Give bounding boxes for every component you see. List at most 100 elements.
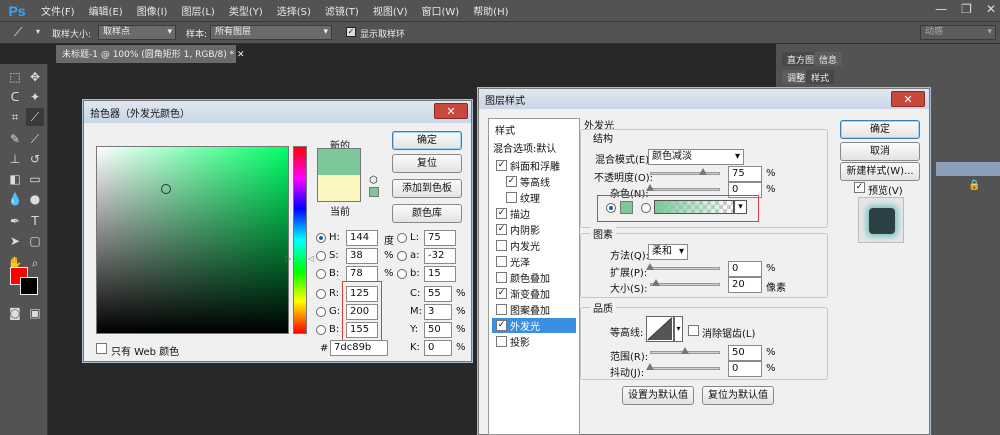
picker-ok-button[interactable]: 确定 — [392, 131, 462, 150]
dodge-tool-icon[interactable]: ● — [26, 190, 44, 208]
size-input[interactable]: 20 — [728, 277, 762, 293]
spread-slider[interactable] — [650, 267, 720, 270]
blur-tool-icon[interactable]: 💧 — [6, 190, 24, 208]
current-color-swatch[interactable] — [318, 175, 360, 201]
contour-preview[interactable] — [646, 316, 674, 342]
style-item-3[interactable]: ✓ 描边 — [492, 206, 576, 221]
lasso-tool-icon[interactable]: ᑕ — [6, 88, 24, 106]
jitter-slider-thumb[interactable] — [646, 363, 654, 370]
style-item-checkbox[interactable]: ✓ — [496, 160, 507, 171]
hex-input[interactable]: 7dc89b — [330, 340, 388, 356]
glow-gradient-radio[interactable] — [641, 203, 651, 213]
add-to-swatches-button[interactable]: 添加到色板 — [392, 179, 462, 198]
style-item-7[interactable]: 颜色叠加 — [492, 270, 576, 285]
glow-solid-color-radio[interactable] — [606, 203, 616, 213]
blue-radio[interactable] — [316, 325, 326, 335]
spread-slider-thumb[interactable] — [646, 263, 654, 270]
layer-style-cancel-button[interactable]: 取消 — [840, 142, 920, 161]
gradient-dropdown-chevron-icon[interactable]: ▾ — [734, 200, 747, 214]
hue-input[interactable]: 144 — [346, 230, 378, 246]
menu-item-6[interactable]: 滤镜(T) — [318, 3, 366, 18]
quick-mask-icon[interactable]: ◙ — [6, 304, 24, 322]
saturation-input[interactable]: 38 — [346, 248, 378, 264]
minimize-button[interactable]: — — [935, 2, 947, 16]
preview-checkbox[interactable]: ✓ — [854, 182, 865, 193]
opacity-input[interactable]: 75 — [728, 166, 762, 182]
menu-item-0[interactable]: 文件(F) — [34, 3, 82, 18]
menu-item-1[interactable]: 编辑(E) — [82, 3, 130, 18]
menu-item-9[interactable]: 帮助(H) — [466, 3, 515, 18]
lab-a-input[interactable]: -32 — [424, 248, 456, 264]
zoom-tool-icon[interactable]: ⌕ — [26, 254, 44, 272]
picker-reset-button[interactable]: 复位 — [392, 154, 462, 173]
layer-style-close-icon[interactable]: ✕ — [891, 91, 925, 107]
screen-mode-icon[interactable]: ▣ — [26, 304, 44, 322]
brightness-radio[interactable] — [316, 269, 326, 279]
gradient-tool-icon[interactable]: ▭ — [26, 170, 44, 188]
type-tool-icon[interactable]: T — [26, 212, 44, 230]
style-item-checkbox[interactable] — [496, 304, 507, 315]
style-item-checkbox[interactable]: ✓ — [496, 224, 507, 235]
color-libraries-button[interactable]: 颜色库 — [392, 204, 462, 223]
blue-input[interactable]: 155 — [346, 322, 378, 338]
hue-radio[interactable] — [316, 233, 326, 243]
style-item-checkbox[interactable] — [496, 336, 507, 347]
color-field-marker-icon[interactable] — [161, 184, 171, 194]
eyedropper-tool-active-icon[interactable]: ⟋ — [26, 108, 44, 126]
size-slider[interactable] — [650, 283, 720, 286]
style-item-checkbox[interactable] — [506, 192, 517, 203]
layer-style-ok-button[interactable]: 确定 — [840, 120, 920, 139]
background-color-swatch[interactable] — [20, 277, 38, 295]
black-input[interactable]: 0 — [424, 340, 452, 356]
magic-wand-tool-icon[interactable]: ✦ — [26, 88, 44, 106]
tab-styles[interactable]: 样式 — [806, 70, 835, 84]
healing-tool-icon[interactable]: ✎ — [6, 130, 24, 148]
restore-button[interactable]: ❐ — [961, 2, 972, 16]
blend-mode-select[interactable]: 颜色减淡 ▾ — [648, 149, 744, 165]
jitter-input[interactable]: 0 — [728, 361, 762, 377]
pen-tool-icon[interactable]: ✒ — [6, 212, 24, 230]
lab-a-radio[interactable] — [397, 251, 407, 261]
style-item-5[interactable]: 内发光 — [492, 238, 576, 253]
opacity-slider[interactable] — [650, 172, 720, 175]
style-item-10[interactable]: ✓ 外发光 — [492, 318, 576, 333]
web-only-checkbox[interactable] — [96, 343, 107, 354]
brush-tool-icon[interactable]: ⟋ — [26, 130, 44, 148]
style-item-4[interactable]: ✓ 内阴影 — [492, 222, 576, 237]
color-picker-close-icon[interactable]: ✕ — [434, 103, 468, 119]
jitter-slider[interactable] — [650, 367, 720, 370]
history-brush-tool-icon[interactable]: ↺ — [26, 150, 44, 168]
style-item-checkbox[interactable] — [496, 240, 507, 251]
blending-options-item[interactable]: 混合选项:默认 — [493, 140, 556, 155]
spread-input[interactable]: 0 — [728, 261, 762, 277]
document-tab-close-icon[interactable]: ✕ — [237, 50, 245, 60]
menu-item-8[interactable]: 窗口(W) — [414, 3, 466, 18]
eraser-tool-icon[interactable]: ◧ — [6, 170, 24, 188]
style-item-9[interactable]: 图案叠加 — [492, 302, 576, 317]
red-radio[interactable] — [316, 289, 326, 299]
yellow-input[interactable]: 50 — [424, 322, 452, 338]
magenta-input[interactable]: 3 — [424, 304, 452, 320]
contour-chevron-icon[interactable]: ▾ — [674, 316, 683, 342]
move-tool-icon[interactable]: ✥ — [26, 68, 44, 86]
style-item-2[interactable]: 纹理 — [492, 190, 576, 205]
range-slider-thumb[interactable] — [681, 347, 689, 354]
style-item-checkbox[interactable]: ✓ — [496, 208, 507, 219]
shape-tool-icon[interactable]: ▢ — [26, 232, 44, 250]
eyedropper-tool-icon[interactable]: ⟋ — [14, 25, 22, 40]
style-item-checkbox[interactable] — [496, 272, 507, 283]
marquee-tool-icon[interactable]: ⬚ — [6, 68, 24, 86]
noise-slider-thumb[interactable] — [646, 184, 654, 191]
close-button[interactable]: ✕ — [986, 2, 996, 16]
style-item-11[interactable]: 投影 — [492, 334, 576, 349]
styles-header[interactable]: 样式 — [495, 122, 515, 137]
lab-b-input[interactable]: 15 — [424, 266, 456, 282]
sample-select[interactable]: 所有图层 — [210, 25, 332, 40]
opacity-slider-thumb[interactable] — [698, 168, 707, 175]
noise-slider[interactable] — [650, 188, 720, 191]
reset-default-button[interactable]: 复位为默认值 — [702, 386, 774, 405]
tool-preset-chevron-icon[interactable]: ▾ — [36, 27, 40, 36]
color-field[interactable] — [96, 146, 289, 334]
size-slider-thumb[interactable] — [651, 279, 660, 286]
menu-item-2[interactable]: 图像(I) — [130, 3, 175, 18]
